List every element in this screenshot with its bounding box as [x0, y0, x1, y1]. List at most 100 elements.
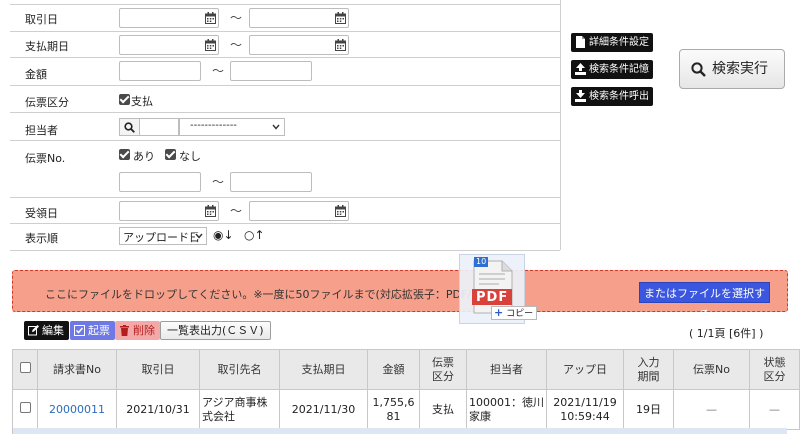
divider — [10, 250, 560, 251]
edit-icon — [28, 325, 39, 336]
chevron-down-icon — [195, 233, 203, 239]
search-icon — [124, 122, 135, 133]
divider — [10, 112, 560, 113]
calendar-icon[interactable] — [205, 205, 216, 217]
juryobi-label: 受領日 — [25, 207, 58, 220]
calendar-icon[interactable] — [335, 39, 346, 51]
table-cell: 2021/11/19 10:59:44 — [546, 389, 624, 430]
col-header[interactable]: アップ日 — [546, 349, 624, 390]
dropzone-text: ここにファイルをドロップしてください。※一度に50ファイルまで(対応拡張子：PD… — [45, 288, 500, 301]
divider — [10, 85, 560, 86]
juryobi-to-input[interactable] — [249, 201, 349, 221]
denpyo-kubun-label: 伝票区分 — [25, 96, 69, 109]
row-checkbox[interactable] — [19, 402, 31, 413]
col-header[interactable]: 担当者 — [466, 349, 547, 390]
pdf-label: PDF — [476, 290, 509, 305]
col-header[interactable]: 金額 — [367, 349, 420, 390]
plus-icon: + — [494, 306, 504, 319]
select-all-checkbox[interactable] — [19, 362, 31, 373]
table-cell: 2021/11/30 — [279, 389, 368, 430]
col-header[interactable]: 取引先名 — [199, 349, 280, 390]
upload-icon — [575, 63, 586, 75]
table-row[interactable]: 20000011 2021/10/31 アジア商事株 式会社 2021/11/3… — [12, 389, 800, 430]
col-header[interactable]: 請求書No — [37, 349, 117, 390]
divider — [10, 4, 560, 5]
invoice-table: 請求書No 取引日 取引先名 支払期日 金額 伝票 区分 担当者 アップ日 入力… — [12, 349, 800, 430]
denpyo-no-to-input[interactable] — [230, 172, 312, 192]
save-search-button[interactable]: 検索条件記憶 — [571, 60, 653, 79]
table-cell: 1,755,6 81 — [367, 389, 420, 430]
sort-order-value: アップロード日 — [123, 231, 200, 244]
table-cell: 2021/10/31 — [116, 389, 200, 430]
col-header[interactable]: 入力 期間 — [623, 349, 674, 390]
divider — [10, 197, 560, 198]
search-execute-button[interactable]: 検索実行 — [679, 49, 785, 89]
calendar-icon[interactable] — [335, 12, 346, 24]
trash-icon — [120, 325, 129, 336]
table-cell: アジア商事株 式会社 — [199, 389, 280, 430]
export-csv-button[interactable]: 一覧表出力(ＣＳＶ) — [160, 321, 271, 340]
filter-panel-right-border — [560, 0, 561, 250]
tantousha-input[interactable] — [139, 118, 179, 136]
sort-desc-radio[interactable]: ◉↓ — [213, 228, 234, 242]
calendar-icon[interactable] — [205, 39, 216, 51]
row-select-cell[interactable] — [12, 389, 38, 430]
col-header[interactable]: 取引日 — [116, 349, 200, 390]
divider — [10, 223, 560, 224]
pdf-count-badge: 10 — [474, 257, 489, 267]
detail-settings-button[interactable]: 詳細条件設定 — [571, 33, 653, 52]
denpyo-no-label: 伝票No. — [25, 152, 66, 165]
download-icon — [575, 90, 586, 102]
table-cell: — — [673, 389, 750, 430]
kingaku-from-input[interactable] — [119, 61, 201, 81]
tantousha-select[interactable]: ------------- — [179, 118, 285, 136]
table-cell: — — [749, 389, 800, 430]
denpyo-no-from-input[interactable] — [119, 172, 201, 192]
range-tilde: ～ — [230, 11, 243, 25]
shiharai-checkbox-label: 支払 — [131, 95, 153, 108]
document-icon — [576, 36, 585, 48]
shiharai-checkbox[interactable] — [119, 94, 130, 105]
col-header[interactable]: 支払期日 — [279, 349, 368, 390]
tantousha-select-value: ------------- — [190, 120, 237, 131]
divider — [10, 140, 560, 141]
col-header[interactable]: 伝票No — [673, 349, 750, 390]
sort-asc-radio[interactable]: ○↑ — [244, 228, 265, 242]
torihikibi-to-input[interactable] — [249, 8, 349, 28]
calendar-icon[interactable] — [205, 12, 216, 24]
kihyo-button[interactable]: 起票 — [70, 321, 115, 340]
denpyo-ari-label: あり — [133, 150, 155, 163]
pager-info: ( 1/1頁 [6件] ) — [689, 327, 764, 340]
shiharai-from-input[interactable] — [119, 35, 219, 55]
edit-button[interactable]: 編集 — [24, 321, 69, 340]
range-tilde: ～ — [230, 204, 243, 218]
torihikibi-label: 取引日 — [25, 13, 58, 26]
table-cell: 支払 — [419, 389, 467, 430]
kingaku-to-input[interactable] — [230, 61, 312, 81]
recall-search-button[interactable]: 検索条件呼出 — [571, 87, 653, 106]
calendar-icon[interactable] — [335, 205, 346, 217]
invoice-no-cell[interactable]: 20000011 — [37, 389, 117, 430]
kingaku-label: 金額 — [25, 68, 47, 81]
tantousha-label: 担当者 — [25, 124, 58, 137]
table-cell: 19日 — [623, 389, 674, 430]
sort-order-select[interactable]: アップロード日 — [119, 227, 207, 245]
pdf-file-drag-icon: 10 PDF + コピー — [459, 254, 538, 324]
copy-tooltip: + コピー — [491, 306, 538, 320]
col-header[interactable]: 伝票 区分 — [419, 349, 467, 390]
tantousha-search-button[interactable] — [119, 118, 139, 136]
next-row-stub — [12, 428, 787, 434]
chevron-down-icon — [272, 124, 280, 130]
denpyo-nashi-checkbox[interactable] — [165, 149, 176, 160]
divider — [10, 31, 560, 32]
juryobi-from-input[interactable] — [119, 201, 219, 221]
select-all-header[interactable] — [12, 349, 38, 390]
invoice-no-link[interactable]: 20000011 — [49, 403, 105, 416]
shiharai-to-input[interactable] — [249, 35, 349, 55]
range-tilde: ～ — [212, 175, 225, 189]
delete-button[interactable]: 削除 — [115, 321, 160, 340]
col-header[interactable]: 状態 区分 — [749, 349, 800, 390]
torihikibi-from-input[interactable] — [119, 8, 219, 28]
denpyo-ari-checkbox[interactable] — [119, 149, 130, 160]
select-file-button[interactable]: またはファイルを選択する — [639, 282, 770, 321]
